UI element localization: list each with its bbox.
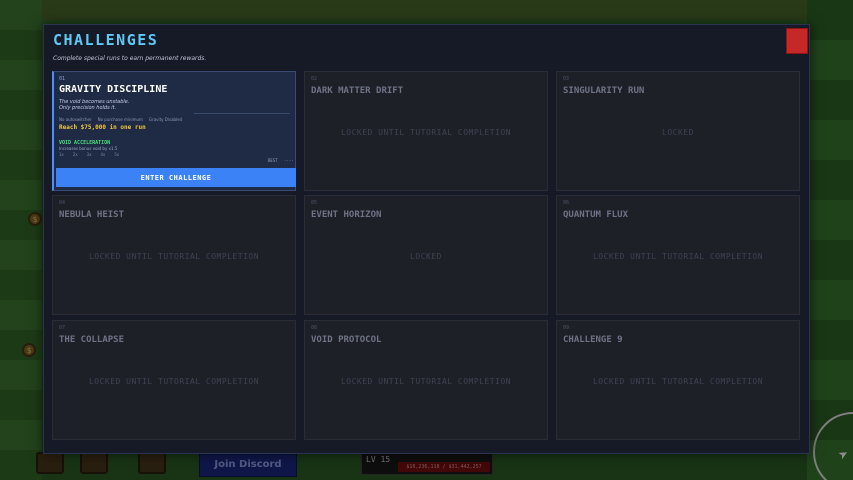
challenge-card-singularity-run[interactable]: 03 SINGULARITY RUN LOCKED xyxy=(556,71,800,191)
rule-tags: No autoswitcher No purchase minimum Grav… xyxy=(59,117,182,122)
rule-tag: No purchase minimum xyxy=(97,117,143,122)
reward-tier: 2x xyxy=(72,152,78,157)
challenge-name: NEBULA HEIST xyxy=(59,210,125,220)
challenges-modal: CHALLENGES Complete special runs to earn… xyxy=(43,24,810,454)
challenge-goal: Reach $75,000 in one run xyxy=(59,124,146,131)
challenge-name: CHALLENGE 9 xyxy=(563,335,623,345)
reward-tier: 1x xyxy=(59,152,64,157)
challenge-description: The void becomes unstable. Only precisio… xyxy=(59,99,129,111)
challenge-card-void-protocol[interactable]: 08 VOID PROTOCOL LOCKED UNTIL TUTORIAL C… xyxy=(304,320,548,440)
challenge-name: DARK MATTER DRIFT xyxy=(311,86,404,96)
challenge-card-challenge-9[interactable]: 09 CHALLENGE 9 LOCKED UNTIL TUTORIAL COM… xyxy=(556,320,800,440)
divider xyxy=(194,113,290,114)
challenge-card-nebula-heist[interactable]: 04 NEBULA HEIST LOCKED UNTIL TUTORIAL CO… xyxy=(52,195,296,315)
challenge-number: 07 xyxy=(59,325,66,331)
challenge-number: 09 xyxy=(563,325,570,331)
reward-tier: 5x xyxy=(114,152,120,157)
challenge-number: 04 xyxy=(59,200,66,206)
challenge-number: 08 xyxy=(311,325,318,331)
challenge-name: QUANTUM FLUX xyxy=(563,210,629,220)
challenge-number: 03 xyxy=(563,76,570,82)
challenge-name: SINGULARITY RUN xyxy=(563,86,645,96)
lock-status: LOCKED xyxy=(662,128,694,137)
lock-status: LOCKED xyxy=(410,252,442,261)
challenge-card-event-horizon[interactable]: 05 EVENT HORIZON LOCKED xyxy=(304,195,548,315)
challenge-grid: 01 GRAVITY DISCIPLINE The void becomes u… xyxy=(52,71,807,451)
description-line: Only precision holds it. xyxy=(59,105,117,111)
challenge-name: EVENT HORIZON xyxy=(311,210,382,220)
rule-tag: No autoswitcher xyxy=(59,117,92,122)
challenge-card-the-collapse[interactable]: 07 THE COLLAPSE LOCKED UNTIL TUTORIAL CO… xyxy=(52,320,296,440)
challenge-number: 02 xyxy=(311,76,318,82)
challenge-number: 05 xyxy=(311,200,318,206)
lock-status: LOCKED UNTIL TUTORIAL COMPLETION xyxy=(340,377,512,386)
enter-challenge-button[interactable]: ENTER CHALLENGE xyxy=(56,168,296,187)
modal-subtitle: Complete special runs to earn permanent … xyxy=(53,55,207,62)
challenge-card-quantum-flux[interactable]: 06 QUANTUM FLUX LOCKED UNTIL TUTORIAL CO… xyxy=(556,195,800,315)
lock-status: LOCKED UNTIL TUTORIAL COMPLETION xyxy=(592,252,764,261)
close-button[interactable] xyxy=(786,28,808,54)
challenge-name: THE COLLAPSE xyxy=(59,335,125,345)
challenge-name: GRAVITY DISCIPLINE xyxy=(59,84,168,95)
challenge-name: VOID PROTOCOL xyxy=(311,335,382,345)
challenge-number: 06 xyxy=(563,200,570,206)
reward-tier: 3x xyxy=(86,152,92,157)
challenge-card-gravity-discipline[interactable]: 01 GRAVITY DISCIPLINE The void becomes u… xyxy=(52,71,296,191)
lock-status: LOCKED UNTIL TUTORIAL COMPLETION xyxy=(592,377,764,386)
modal-title: CHALLENGES xyxy=(53,31,159,49)
best-label: BEST xyxy=(268,158,278,163)
lock-status: LOCKED UNTIL TUTORIAL COMPLETION xyxy=(340,128,512,137)
reward-tiers: 1x 2x 3x 4x 5x xyxy=(59,152,119,157)
lock-status: LOCKED UNTIL TUTORIAL COMPLETION xyxy=(88,252,260,261)
rule-tag: Gravity Disabled xyxy=(148,117,183,122)
reward-tier: 4x xyxy=(100,152,106,157)
best-value: ---- xyxy=(284,158,294,163)
lock-status: LOCKED UNTIL TUTORIAL COMPLETION xyxy=(88,377,260,386)
challenge-number: 01 xyxy=(59,76,66,82)
challenge-card-dark-matter-drift[interactable]: 02 DARK MATTER DRIFT LOCKED UNTIL TUTORI… xyxy=(304,71,548,191)
reward-description: Increases bonus void by x1.5 xyxy=(59,146,118,151)
